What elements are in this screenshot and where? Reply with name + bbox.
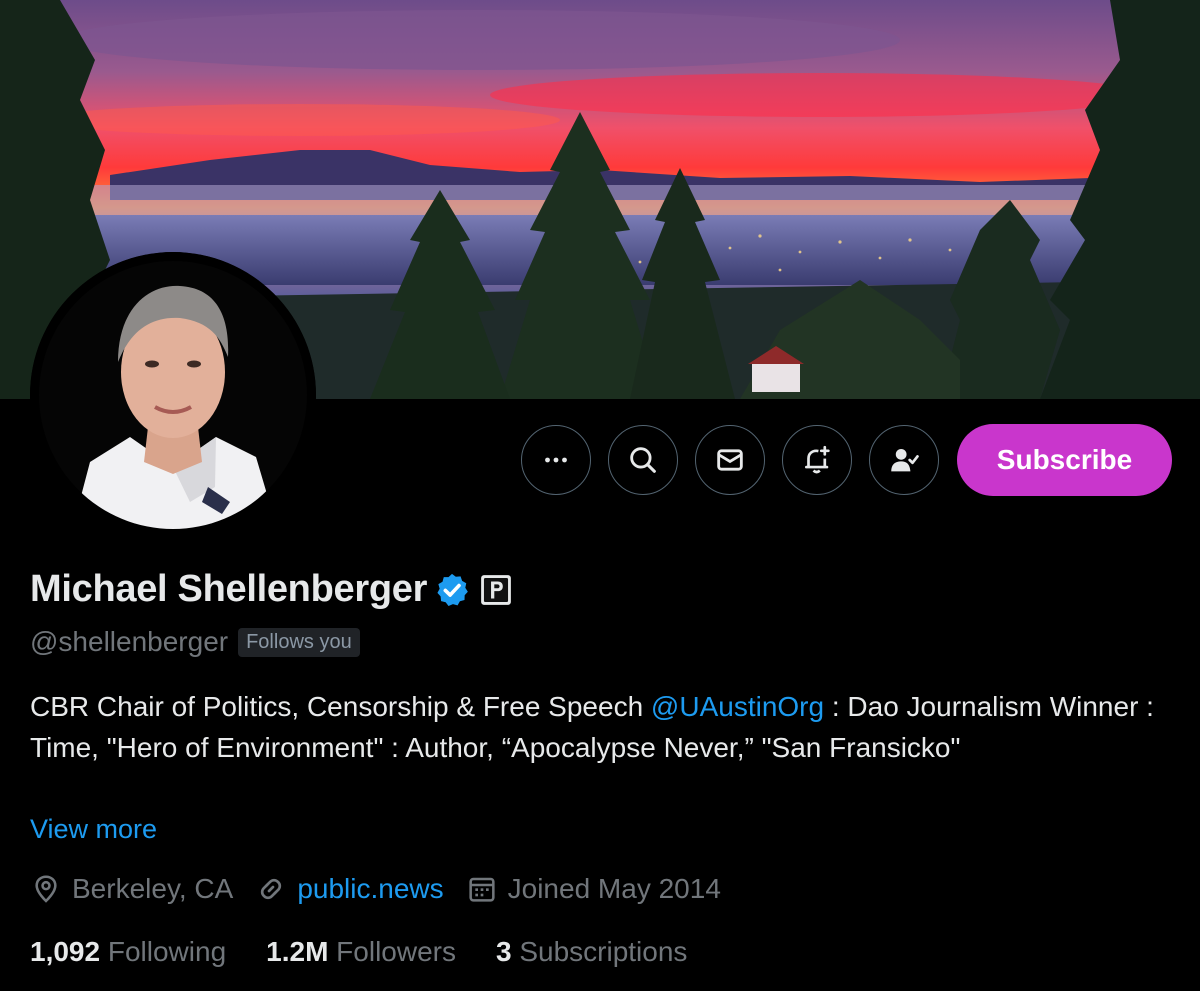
website-link[interactable]: public.news [297,873,443,905]
name-row: Michael Shellenberger [30,568,513,611]
followers-label: Followers [336,936,456,967]
link-icon [261,878,282,900]
subscribe-button[interactable]: Subscribe [957,424,1172,496]
more-button[interactable] [521,425,591,495]
user-handle: @shellenberger [30,626,229,657]
joined-text: Joined May 2014 [507,873,721,904]
public-affiliate-icon[interactable] [479,573,513,607]
followers-count: 1.2M [266,936,329,967]
location-text: Berkeley, CA [72,873,234,904]
bio: CBR Chair of Politics, Censorship & Free… [30,686,1160,768]
display-name: Michael Shellenberger [30,568,428,610]
subscriptions-count: 3 [495,936,512,967]
follows-you-badge: Follows you [238,627,360,657]
following-label: Following [107,936,227,967]
location-pin-icon [35,875,57,903]
view-more-link[interactable]: View more [30,814,157,845]
search-button[interactable] [608,425,678,495]
location: Berkeley, CA [30,873,233,905]
person-check-icon [891,448,919,472]
following-stat[interactable]: 1,092 Following [30,936,226,968]
profile-actions: Subscribe [521,424,1172,496]
bio-mention-link[interactable]: @UAustinOrg [651,691,824,722]
subscriptions-stat[interactable]: 3 Subscriptions [496,936,687,968]
handle-row: @shellenberger Follows you [30,626,360,658]
followers-stat[interactable]: 1.2M Followers [266,936,456,968]
following-count: 1,092 [30,936,101,967]
more-icon [545,457,567,463]
profile-avatar[interactable] [30,252,316,538]
joined-date: Joined May 2014 [466,873,721,905]
profile-stats: 1,092 Following 1.2M Followers 3 Subscri… [30,936,727,968]
notifications-button[interactable] [782,425,852,495]
website: public.news [255,873,444,905]
profile-meta: Berkeley, CA public.news Joined May 2014 [30,873,743,905]
mail-icon [717,449,743,471]
search-icon [630,447,656,473]
message-button[interactable] [695,425,765,495]
avatar-photo [30,252,316,538]
bell-plus-icon [805,445,830,474]
calendar-icon [469,877,495,902]
bio-text-1: CBR Chair of Politics, Censorship & Free… [30,691,651,722]
subscriptions-label: Subscriptions [519,936,688,967]
verified-badge-icon[interactable] [433,571,471,609]
following-button[interactable] [869,425,939,495]
